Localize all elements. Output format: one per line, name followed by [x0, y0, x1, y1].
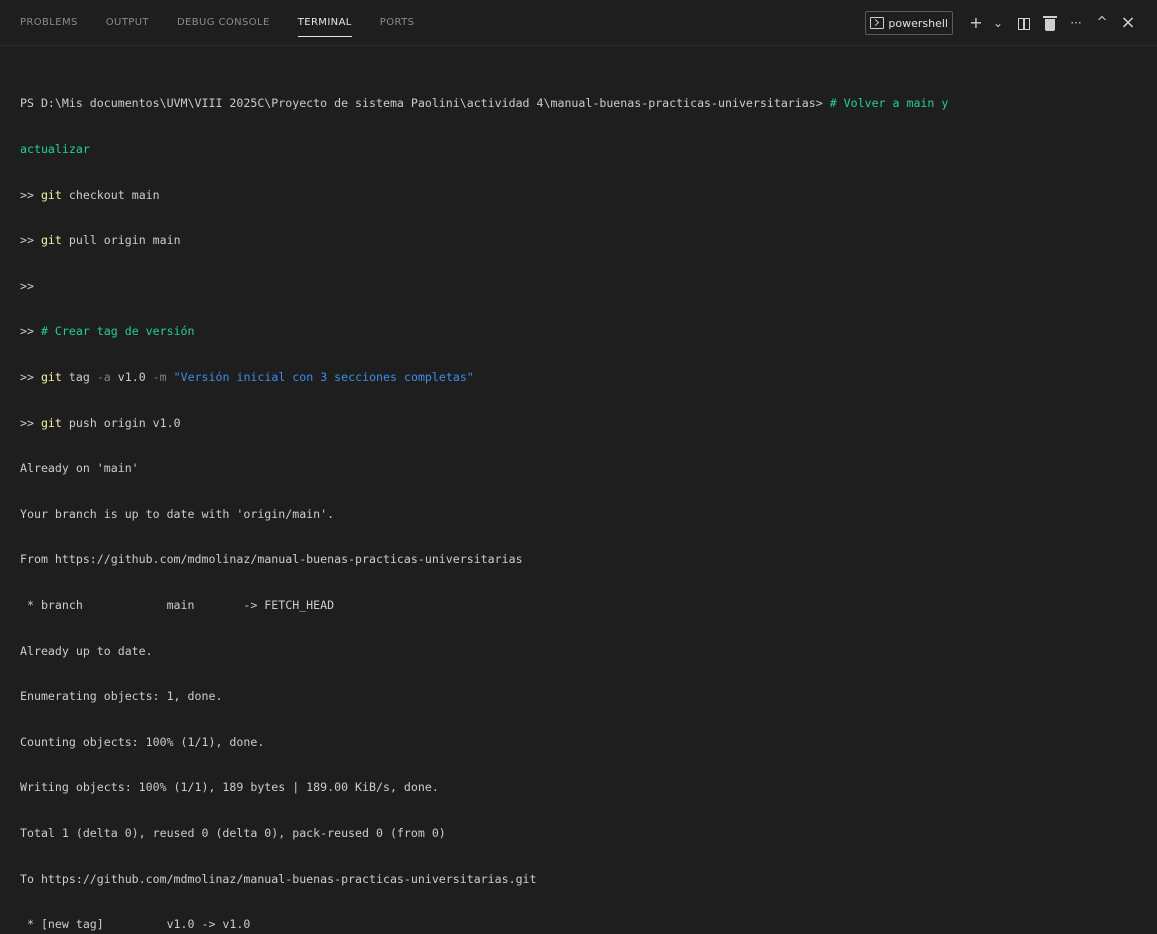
command-line: >> git pull origin main [20, 233, 1147, 248]
terminal-output[interactable]: PS D:\Mis documentos\UVM\VIII 2025C\Proy… [20, 66, 1147, 931]
continuation-prompt: >> [20, 278, 34, 293]
command-line: >> # Crear tag de versión [20, 324, 1147, 339]
terminal-icon [870, 17, 885, 29]
command-line: >> [20, 279, 1147, 294]
git-command: git [40, 233, 62, 248]
command-flag: -m [152, 369, 167, 384]
command-args: pull origin main [68, 233, 181, 248]
output-line: From https://github.com/mdmolinaz/manual… [20, 552, 523, 567]
shell-selector[interactable]: powershell [865, 11, 953, 35]
prompt-line: PS D:\Mis documentos\UVM\VIII 2025C\Proy… [20, 96, 1147, 111]
comment: # Volver a main y [829, 96, 949, 111]
output-line: To https://github.com/mdmolinaz/manual-b… [20, 871, 537, 886]
command-args: tag [68, 369, 90, 384]
command-line: >> git push origin v1.0 [20, 416, 1147, 431]
output-line: Enumerating objects: 1, done. [20, 689, 223, 704]
continuation-prompt: >> [20, 415, 34, 430]
continuation-prompt: >> [20, 369, 34, 384]
terminal-actions: powershell + ⌄ ··· ^ × [865, 0, 1139, 46]
git-command: git [40, 369, 62, 384]
comment: actualizar [20, 142, 90, 156]
output-line: Your branch is up to date with 'origin/m… [20, 506, 335, 521]
continuation-prompt: >> [20, 324, 34, 339]
command-args: checkout main [68, 187, 160, 202]
continuation-prompt: >> [20, 233, 34, 248]
command-string: "Versión inicial con 3 secciones complet… [173, 369, 474, 384]
chevron-down-icon[interactable]: ⌄ [987, 12, 1009, 34]
close-panel-icon[interactable]: × [1117, 12, 1139, 34]
maximize-panel-icon[interactable]: ^ [1091, 12, 1113, 34]
more-actions-icon[interactable]: ··· [1065, 12, 1087, 34]
prompt-path: PS D:\Mis documentos\UVM\VIII 2025C\Proy… [20, 96, 823, 111]
tab-terminal[interactable]: TERMINAL [297, 0, 352, 46]
continuation-prompt: >> [20, 187, 34, 202]
output-line: Total 1 (delta 0), reused 0 (delta 0), p… [20, 825, 446, 840]
tab-problems[interactable]: PROBLEMS [20, 0, 78, 46]
output-line: * [new tag] v1.0 -> v1.0 [20, 917, 251, 932]
output-line: Counting objects: 100% (1/1), done. [20, 734, 265, 749]
git-command: git [40, 187, 62, 202]
comment-continuation: actualizar [20, 142, 1147, 157]
tab-debug-console[interactable]: DEBUG CONSOLE [177, 0, 270, 46]
tab-ports[interactable]: PORTS [380, 0, 415, 46]
output-line: Writing objects: 100% (1/1), 189 bytes |… [20, 780, 439, 795]
command-line: >> git checkout main [20, 188, 1147, 203]
panel-header: PROBLEMS OUTPUT DEBUG CONSOLE TERMINAL P… [0, 0, 1157, 46]
command-flag: -a [96, 369, 111, 384]
command-args: push origin v1.0 [68, 415, 181, 430]
split-terminal-icon[interactable] [1013, 12, 1035, 34]
trash-icon[interactable] [1039, 12, 1061, 34]
command-line: >> git tag -a v1.0 -m "Versión inicial c… [20, 370, 1147, 385]
command-args: v1.0 [117, 369, 146, 384]
output-line: Already on 'main' [20, 461, 139, 476]
tab-output[interactable]: OUTPUT [106, 0, 149, 46]
git-command: git [40, 415, 62, 430]
shell-label: powershell [888, 16, 948, 30]
output-line: * branch main -> FETCH_HEAD [20, 597, 335, 612]
panel-tabs: PROBLEMS OUTPUT DEBUG CONSOLE TERMINAL P… [20, 0, 442, 46]
new-terminal-icon[interactable]: + [965, 12, 987, 34]
output-line: Already up to date. [20, 643, 153, 658]
comment: # Crear tag de versión [40, 324, 195, 339]
